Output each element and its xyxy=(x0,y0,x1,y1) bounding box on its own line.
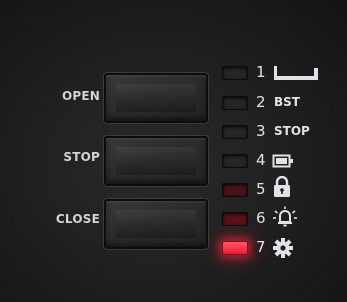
door-position-icon xyxy=(274,66,318,80)
close-label: CLOSE xyxy=(55,212,100,226)
indicator-led-2 xyxy=(222,96,248,110)
button-surface xyxy=(116,84,196,112)
indicator-led-1 xyxy=(222,66,248,80)
battery-icon xyxy=(272,154,293,168)
indicator-number-7: 7 xyxy=(256,238,266,256)
indicator-number-3: 3 xyxy=(256,122,266,140)
indicator-led-6 xyxy=(222,212,248,226)
indicator-led-5 xyxy=(222,183,248,197)
indicator-led-4 xyxy=(222,154,248,168)
open-label: OPEN xyxy=(61,89,100,103)
indicator-number-6: 6 xyxy=(256,209,266,227)
alarm-bell-icon xyxy=(273,206,297,227)
lock-icon xyxy=(274,176,290,197)
indicator-number-5: 5 xyxy=(256,180,266,198)
stop-label: STOP xyxy=(63,150,100,164)
indicator-label-3: STOP xyxy=(274,124,310,138)
indicator-led-7 xyxy=(222,241,248,255)
indicator-number-4: 4 xyxy=(256,151,266,169)
indicator-led-3 xyxy=(222,125,248,139)
gear-icon xyxy=(273,238,293,258)
indicator-number-2: 2 xyxy=(256,93,266,111)
control-panel: OPEN STOP CLOSE 1 2 BST 3 STOP 4 5 6 7 xyxy=(0,0,347,302)
stop-button[interactable] xyxy=(104,136,208,186)
indicator-number-1: 1 xyxy=(256,63,266,81)
close-button[interactable] xyxy=(104,199,208,249)
indicator-label-2: BST xyxy=(274,95,300,109)
button-surface xyxy=(116,210,196,238)
button-surface xyxy=(116,147,196,175)
open-button[interactable] xyxy=(104,73,208,123)
